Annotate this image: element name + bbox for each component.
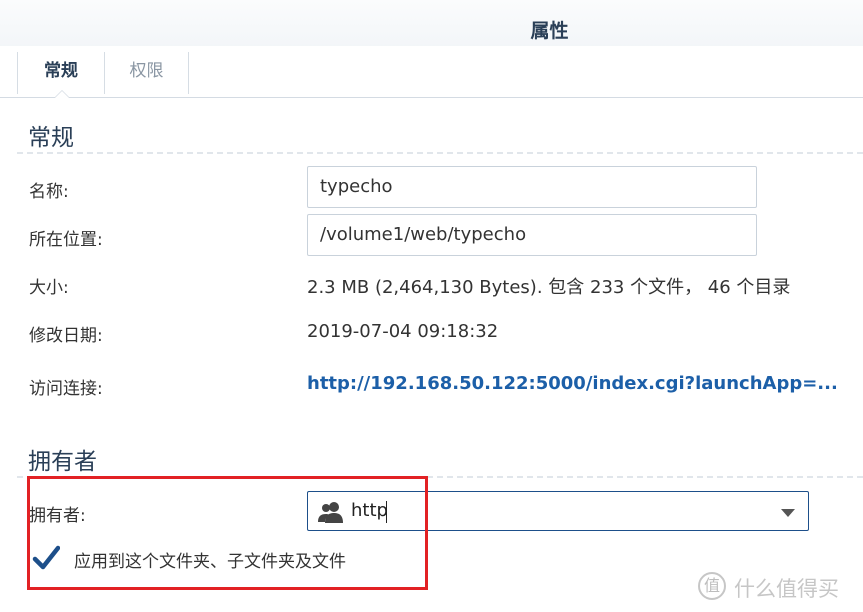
tab-general[interactable]: 常规: [17, 52, 105, 94]
location-label: 所在位置:: [29, 230, 103, 250]
active-tab-pointer: [54, 90, 70, 98]
tab-bar: 常规 权限: [0, 46, 863, 98]
window-titlebar: 属性: [0, 0, 863, 52]
watermark-text: 什么值得买: [734, 577, 839, 601]
tab-permissions[interactable]: 权限: [105, 52, 189, 94]
name-field[interactable]: typecho: [307, 166, 757, 208]
chevron-down-icon[interactable]: [781, 509, 795, 517]
location-field[interactable]: /volume1/web/typecho: [307, 214, 757, 256]
annotation-highlight-box: [27, 476, 428, 590]
section-title-owner: 拥有者: [28, 449, 97, 475]
window-title: 属性: [530, 20, 569, 42]
modified-date-label: 修改日期:: [29, 326, 103, 346]
modified-date-value: 2019-07-04 09:18:32: [307, 321, 499, 342]
section-title-general: 常规: [28, 125, 74, 151]
section-divider: [17, 152, 863, 154]
access-link[interactable]: http://192.168.50.122:5000/index.cgi?lau…: [307, 373, 838, 394]
watermark: 值 什么值得买: [698, 571, 858, 605]
size-label: 大小:: [29, 278, 69, 298]
size-value: 2.3 MB (2,464,130 Bytes). 包含 233 个文件， 46…: [307, 277, 791, 298]
name-label: 名称:: [29, 182, 69, 202]
watermark-logo-icon: 值: [698, 572, 726, 600]
access-link-label: 访问连接:: [29, 379, 103, 399]
